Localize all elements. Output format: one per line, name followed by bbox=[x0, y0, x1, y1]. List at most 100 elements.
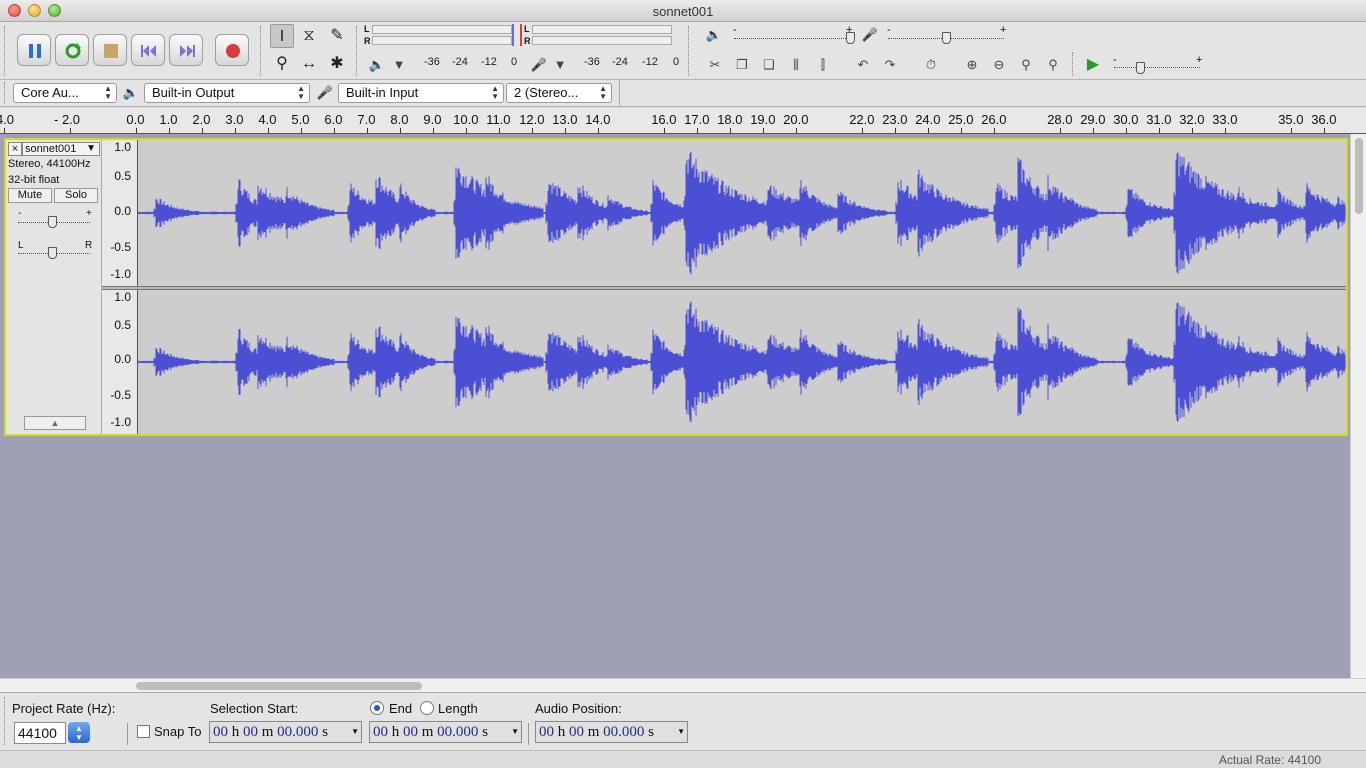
pause-button[interactable] bbox=[17, 34, 51, 66]
ruler-tick-mark bbox=[466, 128, 467, 133]
cut-button[interactable]: ✂ bbox=[704, 54, 726, 76]
draw-tool[interactable]: ✎ bbox=[325, 24, 349, 48]
play-at-speed-button[interactable]: ▶ bbox=[1082, 54, 1104, 76]
ruler-tick-label: - 2.0 bbox=[54, 112, 81, 127]
recording-meter[interactable]: L R bbox=[524, 22, 674, 46]
audio-host-select[interactable]: Core Au... ▲ ▼ bbox=[13, 83, 117, 103]
selection-start-time[interactable]: 00 h 00 m 00.000 s ▼ bbox=[209, 721, 362, 743]
gain-slider-thumb[interactable] bbox=[48, 216, 57, 228]
toolbar-grip[interactable] bbox=[356, 26, 359, 76]
ruler-tick-mark bbox=[1192, 128, 1193, 133]
toolbar-grip[interactable] bbox=[4, 26, 7, 76]
envelope-tool[interactable]: ⧖ bbox=[297, 24, 321, 48]
selection-tool[interactable]: I bbox=[270, 24, 294, 48]
toolbar-grip[interactable] bbox=[1072, 52, 1075, 76]
vertical-scrollbar[interactable] bbox=[1350, 134, 1366, 678]
horizontal-scrollbar[interactable] bbox=[0, 678, 1366, 692]
scale-label: 1.0 bbox=[114, 290, 131, 304]
audio-position-time[interactable]: 00 h 00 m 00.000 s ▼ bbox=[535, 721, 688, 743]
recording-volume-thumb[interactable] bbox=[942, 32, 951, 44]
zoom-out-button[interactable]: ⊖ bbox=[988, 54, 1010, 76]
ruler-tick-label: 14.0 bbox=[585, 112, 611, 127]
zoom-in-icon: ⊕ bbox=[966, 57, 978, 72]
vertical-scroll-thumb[interactable] bbox=[1355, 138, 1363, 214]
undo-button[interactable]: ↶ bbox=[852, 54, 874, 76]
i-beam-icon: I bbox=[279, 28, 285, 45]
silence-button[interactable]: ⫿ bbox=[812, 54, 834, 76]
ruler-tick-mark bbox=[70, 128, 71, 133]
ruler-tick-mark bbox=[268, 128, 269, 133]
audio-track[interactable]: × sonnet001 ▼ Stereo, 44100Hz 32-bit flo… bbox=[4, 138, 1348, 436]
channel-right-scale[interactable]: 1.0 0.5 0.0 -0.5 -1.0 bbox=[102, 290, 138, 434]
toolbar-grip[interactable] bbox=[260, 26, 263, 76]
zoom-tool[interactable]: ⚲ bbox=[270, 52, 294, 76]
stop-button[interactable] bbox=[93, 34, 127, 66]
scale-label: -0.5 bbox=[110, 240, 131, 254]
skip-to-end-button[interactable] bbox=[169, 34, 203, 66]
channel-left-scale[interactable]: 1.0 0.5 0.0 -0.5 -1.0 bbox=[102, 140, 138, 286]
playback-meter-menu[interactable]: ▼ bbox=[388, 54, 410, 76]
skip-to-start-button[interactable] bbox=[131, 34, 165, 66]
zoom-in-button[interactable]: ⊕ bbox=[961, 54, 983, 76]
audio-host-value: Core Au... bbox=[21, 85, 79, 100]
pan-slider-thumb[interactable] bbox=[48, 247, 57, 259]
collapse-track-button[interactable]: ▲ bbox=[24, 416, 86, 430]
copy-icon: ❐ bbox=[736, 57, 748, 72]
speaker-icon: 🔈 bbox=[368, 57, 386, 72]
record-button[interactable] bbox=[215, 34, 249, 66]
paste-button[interactable]: ❏ bbox=[758, 54, 780, 76]
undo-icon: ↶ bbox=[857, 57, 869, 72]
snap-to-checkbox[interactable] bbox=[137, 725, 150, 738]
horizontal-scroll-thumb[interactable] bbox=[136, 682, 422, 690]
redo-button[interactable]: ↷ bbox=[879, 54, 901, 76]
length-radio[interactable] bbox=[420, 701, 434, 715]
playback-volume-thumb[interactable] bbox=[846, 32, 855, 44]
track-name-menu[interactable]: sonnet001 ▼ bbox=[22, 142, 100, 156]
selection-end-time[interactable]: 00 h 00 m 00.000 s ▼ bbox=[369, 721, 522, 743]
playback-meter[interactable]: L R bbox=[364, 22, 514, 46]
toolbar-grip[interactable] bbox=[688, 26, 691, 76]
timeline-ruler[interactable]: - 4.0 - 2.0 0.0 1.0 2.0 3.0 4.0 5.0 6.0 7.0 8.0 9.0… bbox=[0, 108, 1366, 134]
ruler-tick-label: 29.0 bbox=[1080, 112, 1106, 127]
zoom-out-icon: ⊖ bbox=[993, 57, 1005, 72]
recording-meter-menu[interactable]: ▼ bbox=[549, 54, 571, 76]
time-shift-tool[interactable]: ↔ bbox=[297, 52, 321, 76]
solo-button[interactable]: Solo bbox=[54, 188, 98, 203]
copy-button[interactable]: ❐ bbox=[731, 54, 753, 76]
trim-button[interactable]: ⫼ bbox=[785, 54, 807, 76]
ruler-tick-label: 26.0 bbox=[981, 112, 1007, 127]
ruler-tick-label: 25.0 bbox=[948, 112, 974, 127]
output-device-select[interactable]: Built-in Output ▲ ▼ bbox=[144, 83, 310, 103]
toolbar-grip[interactable] bbox=[4, 82, 7, 104]
meter-right-label: R bbox=[524, 36, 531, 46]
play-speed-slider[interactable] bbox=[1114, 67, 1200, 68]
multi-tool[interactable]: ✱ bbox=[325, 52, 349, 76]
ruler-tick-label: 2.0 bbox=[192, 112, 211, 127]
end-radio[interactable] bbox=[370, 701, 384, 715]
pan-left-label: L bbox=[18, 240, 24, 251]
playback-volume-icon: 🔈 bbox=[705, 27, 723, 42]
play-speed-thumb[interactable] bbox=[1136, 62, 1145, 74]
track-name: sonnet001 bbox=[25, 143, 77, 155]
toolbar-grip[interactable] bbox=[4, 697, 7, 745]
input-device-select[interactable]: Built-in Input ▲ ▼ bbox=[338, 83, 504, 103]
window-title: sonnet001 bbox=[652, 4, 714, 19]
fit-project-button[interactable]: ⚲ bbox=[1042, 54, 1064, 76]
track-area[interactable]: × sonnet001 ▼ Stereo, 44100Hz 32-bit flo… bbox=[0, 134, 1350, 678]
device-toolbar: Core Au... ▲ ▼ 🔈 Built-in Output ▲ ▼ 🎤 Bui… bbox=[0, 80, 1366, 107]
playback-volume-slider[interactable] bbox=[734, 38, 850, 39]
loop-play-button[interactable] bbox=[55, 34, 89, 66]
select-arrows-icon: ▲ ▼ bbox=[104, 84, 112, 101]
fit-selection-button[interactable]: ⚲ bbox=[1015, 54, 1037, 76]
waveform-right-channel[interactable] bbox=[137, 290, 1346, 434]
track-close-button[interactable]: × bbox=[8, 142, 22, 156]
project-rate-input[interactable]: 44100 bbox=[14, 722, 66, 744]
toolbar-separator bbox=[127, 723, 128, 745]
output-device-value: Built-in Output bbox=[152, 85, 235, 100]
project-rate-stepper[interactable]: ▲ ▼ bbox=[68, 722, 90, 743]
mute-button[interactable]: Mute bbox=[8, 188, 52, 203]
input-channels-select[interactable]: 2 (Stereo... ▲ ▼ bbox=[506, 83, 612, 103]
track-control-panel[interactable]: × sonnet001 ▼ Stereo, 44100Hz 32-bit flo… bbox=[6, 140, 102, 434]
sync-lock-button[interactable]: ⏱ bbox=[920, 54, 942, 76]
waveform-left-channel[interactable] bbox=[137, 140, 1346, 286]
